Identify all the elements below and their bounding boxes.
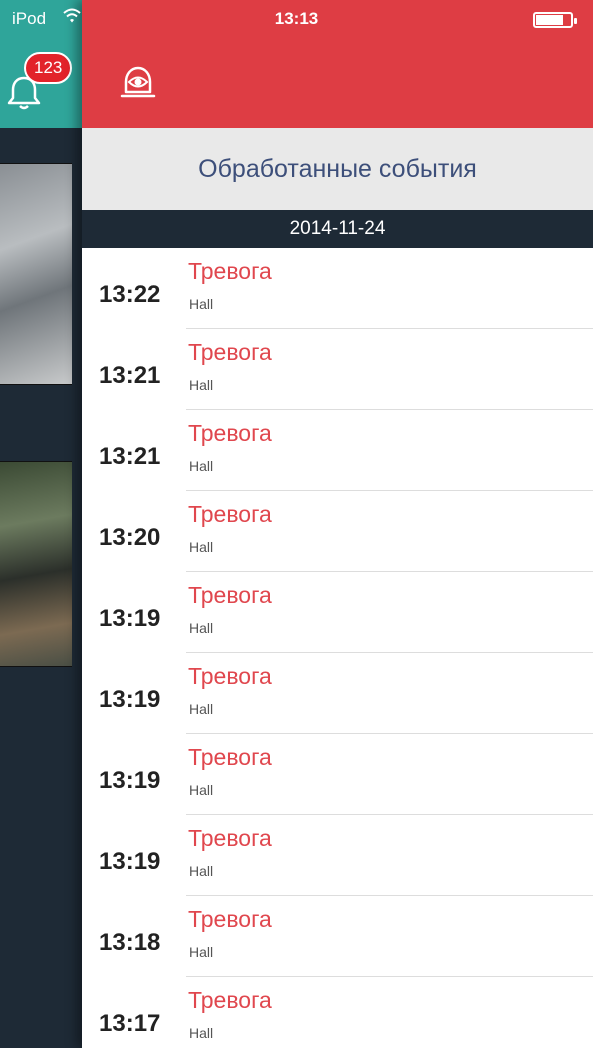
event-type: Тревога [188, 906, 272, 932]
event-time: 13:18 [99, 929, 161, 956]
event-type: Тревога [188, 744, 272, 770]
event-location: Hall [189, 1025, 214, 1041]
event-type: Тревога [188, 339, 272, 365]
event-row[interactable]: 13:20 Тревога Hall [82, 491, 593, 572]
event-time: 13:21 [99, 443, 161, 470]
event-type: Тревога [188, 420, 272, 446]
event-time: 13:20 [99, 524, 161, 551]
event-time: 13:17 [99, 1010, 161, 1037]
event-type: Тревога [188, 825, 272, 851]
status-time: 13:13 [274, 9, 319, 28]
status-bar: iPod 13:13 [0, 0, 593, 40]
event-time: 13:19 [99, 848, 161, 875]
event-time: 13:21 [99, 362, 161, 389]
event-row[interactable]: 13:17 Тревога Hall [82, 977, 593, 1048]
event-row[interactable]: 13:19 Тревога Hall [82, 572, 593, 653]
event-location: Hall [189, 782, 214, 798]
event-location: Hall [189, 863, 214, 879]
event-row[interactable]: 13:21 Тревога Hall [82, 410, 593, 491]
event-type: Тревога [188, 501, 272, 527]
event-list: 13:22 Тревога Hall 13:21 Тревога Hall 13… [82, 248, 593, 1048]
event-type: Тревога [188, 582, 272, 608]
event-location: Hall [189, 296, 214, 312]
event-location: Hall [189, 620, 214, 636]
background-camera-panel [0, 0, 82, 1048]
event-row[interactable]: 13:22 Тревога Hall [82, 248, 593, 329]
event-location: Hall [189, 701, 214, 717]
event-type: Тревога [188, 258, 272, 284]
event-location: Hall [189, 944, 214, 960]
event-type: Тревога [188, 987, 272, 1013]
event-row[interactable]: 13:19 Тревога Hall [82, 734, 593, 815]
event-time: 13:19 [99, 686, 161, 713]
eye-alarm-icon[interactable] [118, 62, 158, 102]
event-type: Тревога [188, 663, 272, 689]
camera-thumbnail[interactable] [0, 163, 72, 385]
event-row[interactable]: 13:19 Тревога Hall [82, 653, 593, 734]
event-time: 13:19 [99, 605, 161, 632]
event-row[interactable]: 13:21 Тревога Hall [82, 329, 593, 410]
event-row[interactable]: 13:19 Тревога Hall [82, 815, 593, 896]
page-title: Обработанные события [198, 154, 477, 183]
battery-icon [533, 12, 577, 28]
notification-badge[interactable]: 123 [24, 52, 73, 84]
event-location: Hall [189, 458, 214, 474]
event-location: Hall [189, 539, 214, 555]
event-row[interactable]: 13:18 Тревога Hall [82, 896, 593, 977]
section-header: Обработанные события [82, 128, 593, 210]
events-drawer: Обработанные события 2014-11-24 13:22 Тр… [82, 0, 593, 1048]
date-group-header: 2014-11-24 [82, 210, 593, 248]
event-time: 13:19 [99, 767, 161, 794]
camera-thumbnail[interactable] [0, 461, 72, 667]
event-time: 13:22 [99, 281, 161, 308]
event-location: Hall [189, 377, 214, 393]
